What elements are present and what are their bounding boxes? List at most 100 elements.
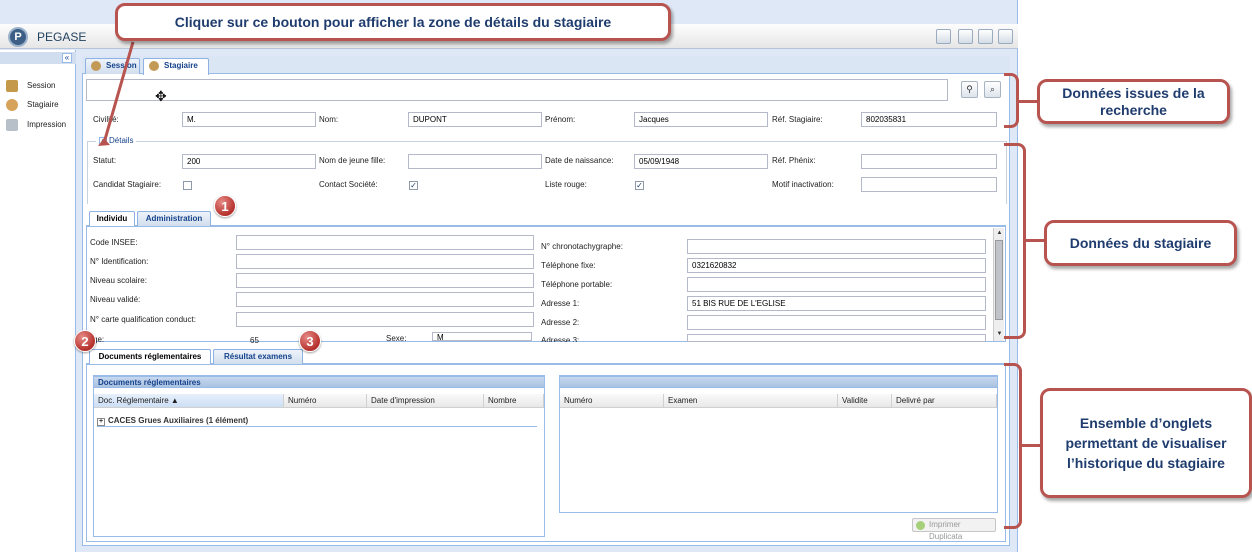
liste-rouge-label: Liste rouge:: [545, 180, 587, 189]
expand-icon[interactable]: +: [97, 418, 105, 426]
badge-1: 1: [214, 195, 236, 217]
print-icon: [916, 521, 925, 530]
column-delivre-par[interactable]: Delivré par: [892, 394, 997, 408]
callout-details-button: Cliquer sur ce bouton pour afficher la z…: [115, 3, 671, 41]
imprimer-duplicata-label: Imprimer Duplicata: [929, 520, 963, 541]
ref-phenix-field[interactable]: [861, 154, 997, 169]
prenom-label: Prénom:: [545, 115, 576, 124]
sidebar-item-label: Stagiaire: [27, 100, 59, 109]
sidebar-item-label: Impression: [27, 120, 67, 129]
details-legend: Détails: [109, 136, 134, 145]
telephone-portable-label: Téléphone portable:: [541, 280, 613, 289]
code-insee-label: Code INSEE:: [90, 238, 138, 247]
candidat-stagiaire-checkbox[interactable]: [183, 181, 192, 190]
motif-inactivation-label: Motif inactivation:: [772, 180, 834, 189]
scroll-down-icon[interactable]: ▼: [995, 330, 1004, 339]
adresse-3-field[interactable]: [687, 334, 986, 342]
sexe-label: Sexe:: [386, 334, 407, 343]
tab-resultat-examens[interactable]: Résultat examens: [213, 349, 303, 364]
liste-rouge-checkbox[interactable]: ✓: [635, 181, 644, 190]
group-row[interactable]: + CACES Grues Auxiliaires (1 élément): [97, 415, 537, 427]
ref-stagiaire-field[interactable]: 802035831: [861, 112, 997, 127]
contact-societe-checkbox[interactable]: ✓: [409, 181, 418, 190]
telephone-fixe-field[interactable]: 0321620832: [687, 258, 986, 273]
column-validite[interactable]: Validite: [838, 394, 892, 408]
sidebar-item-session[interactable]: Session: [6, 79, 72, 93]
tools-icon[interactable]: [936, 29, 951, 44]
examens-grid-header: [559, 376, 998, 388]
tab-individu[interactable]: Individu: [89, 211, 135, 226]
sidebar-item-stagiaire[interactable]: Stagiaire: [6, 98, 72, 112]
bracket-stagiaire: [1004, 143, 1026, 339]
chronotachygraphe-label: N° chronotachygraphe:: [541, 242, 623, 251]
column-date-impression[interactable]: Date d'impression: [367, 394, 484, 408]
main-tabbar: Session Stagiaire: [82, 56, 1010, 75]
column-numero[interactable]: Numéro: [284, 394, 367, 408]
niveau-valide-label: Niveau validé:: [90, 295, 141, 304]
column-examen[interactable]: Examen: [664, 394, 838, 408]
tab-label: Stagiaire: [164, 61, 198, 70]
imprimer-duplicata-button[interactable]: Imprimer Duplicata: [912, 518, 996, 541]
search-input[interactable]: [86, 79, 948, 101]
telephone-portable-field[interactable]: [687, 277, 986, 292]
binoculars-icon[interactable]: ⚲: [961, 81, 978, 98]
civilite-field[interactable]: M.: [182, 112, 316, 127]
scroll-up-icon[interactable]: ▲: [995, 229, 1004, 238]
sidebar-header: «: [0, 52, 76, 64]
search-details-icon[interactable]: ⌕: [984, 81, 1001, 98]
tab-administration[interactable]: Administration: [137, 211, 211, 226]
tab-session[interactable]: Session: [85, 58, 140, 74]
adresse-1-field[interactable]: 51 BIS RUE DE L'EGLISE: [687, 296, 986, 311]
tab-label: Session: [106, 61, 137, 70]
bracket-history: [1004, 363, 1022, 529]
sidebar-item-label: Session: [27, 81, 56, 90]
callout-search: Données issues de la recherche: [1037, 79, 1230, 124]
callout-search-text: Données issues de la recherche: [1062, 84, 1205, 118]
callout-stagiaire: Données du stagiaire: [1044, 220, 1237, 266]
help-icon[interactable]: [978, 29, 993, 44]
collapse-icon[interactable]: «: [62, 53, 72, 63]
connector-history: [1022, 444, 1042, 447]
niveau-valide-field[interactable]: [236, 292, 534, 307]
callout-history-text: Ensemble d’onglets permettant de visuali…: [1065, 415, 1227, 471]
tab-documents-reglementaires[interactable]: Documents réglementaires: [89, 349, 211, 364]
settings-icon[interactable]: [958, 29, 973, 44]
adresse-2-field[interactable]: [687, 315, 986, 330]
identification-field[interactable]: [236, 254, 534, 269]
individu-scrollbar[interactable]: ▲ ▼: [993, 228, 1004, 341]
nom-field[interactable]: DUPONT: [408, 112, 542, 127]
carte-qualification-label: N° carte qualification conduct:: [90, 315, 196, 324]
bracket-search: [1004, 73, 1019, 128]
exit-icon[interactable]: [998, 29, 1013, 44]
adresse-3-label: Adresse 3:: [541, 336, 580, 342]
contact-societe-label: Contact Société:: [319, 180, 378, 189]
adresse-1-label: Adresse 1:: [541, 299, 580, 308]
civilite-label: Civilité:: [93, 115, 119, 124]
scroll-thumb[interactable]: [995, 240, 1003, 320]
sidebar-item-impression[interactable]: Impression: [6, 118, 72, 132]
tab-stagiaire[interactable]: Stagiaire: [143, 58, 209, 75]
carte-qualification-field[interactable]: [236, 312, 534, 327]
documents-grid-title: Documents réglementaires: [93, 376, 545, 388]
statut-field[interactable]: 200: [182, 154, 316, 169]
ref-stagiaire-label: Réf. Stagiaire:: [772, 115, 823, 124]
adresse-2-label: Adresse 2:: [541, 318, 580, 327]
date-naissance-field[interactable]: 05/09/1948: [634, 154, 768, 169]
callout-stagiaire-text: Données du stagiaire: [1069, 234, 1212, 251]
group-label: CACES Grues Auxiliaires (1 élément): [108, 416, 249, 425]
app-title: PEGASE: [37, 30, 87, 44]
prenom-field[interactable]: Jacques: [634, 112, 768, 127]
session-icon: [6, 80, 18, 92]
sexe-field[interactable]: M: [432, 332, 532, 341]
niveau-scolaire-field[interactable]: [236, 273, 534, 288]
code-insee-field[interactable]: [236, 235, 534, 250]
sidebar: « Session Stagiaire Impression: [0, 50, 76, 552]
column-nombre[interactable]: Nombre: [484, 394, 544, 408]
chronotachygraphe-field[interactable]: [687, 239, 986, 254]
nom-jeune-fille-field[interactable]: [408, 154, 542, 169]
details-toggle[interactable]: ▲ Détails: [96, 136, 137, 146]
column-examen-numero[interactable]: Numéro: [560, 394, 664, 408]
column-doc-reglementaire[interactable]: Doc. Réglementaire ▲: [94, 394, 284, 408]
niveau-scolaire-label: Niveau scolaire:: [90, 276, 147, 285]
motif-inactivation-field[interactable]: [861, 177, 997, 192]
